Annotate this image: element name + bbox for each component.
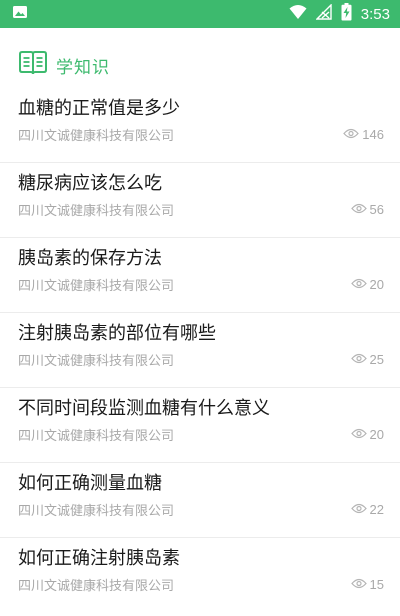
article-item[interactable]: 血糖的正常值是多少 四川文诚健康科技有限公司 146 (0, 88, 400, 163)
view-count: 15 (350, 576, 384, 592)
status-bar: 3:53 (0, 0, 400, 28)
battery-charging-icon (341, 3, 352, 25)
view-count-value: 25 (369, 351, 384, 367)
article-meta: 四川文诚健康科技有限公司 15 (18, 574, 384, 594)
view-count: 20 (350, 276, 384, 292)
article-list: 血糖的正常值是多少 四川文诚健康科技有限公司 146 糖尿病应该怎么吃 四川文诚… (0, 88, 400, 613)
eye-icon (350, 202, 367, 217)
view-count: 20 (350, 426, 384, 442)
article-meta: 四川文诚健康科技有限公司 20 (18, 424, 384, 444)
article-meta: 四川文诚健康科技有限公司 146 (18, 124, 384, 144)
view-count-value: 22 (369, 501, 384, 517)
view-count-value: 15 (369, 576, 384, 592)
book-icon (18, 50, 48, 80)
article-title: 如何正确注射胰岛素 (18, 548, 180, 569)
eye-icon (350, 277, 367, 292)
article-source: 四川文诚健康科技有限公司 (18, 503, 175, 519)
view-count-value: 56 (369, 201, 384, 217)
article-source: 四川文诚健康科技有限公司 (18, 278, 175, 294)
section-header: 学知识 (0, 42, 400, 88)
article-meta: 四川文诚健康科技有限公司 22 (18, 499, 384, 519)
status-time: 3:53 (360, 5, 390, 23)
article-meta: 四川文诚健康科技有限公司 56 (18, 199, 384, 219)
article-item[interactable]: 如何正确注射胰岛素 四川文诚健康科技有限公司 15 (0, 538, 400, 613)
view-count: 25 (350, 351, 384, 367)
article-source: 四川文诚健康科技有限公司 (18, 203, 175, 219)
article-title: 血糖的正常值是多少 (18, 98, 180, 119)
article-title: 糖尿病应该怎么吃 (18, 173, 162, 194)
article-item[interactable]: 糖尿病应该怎么吃 四川文诚健康科技有限公司 56 (0, 163, 400, 238)
eye-icon (350, 502, 367, 517)
no-signal-icon (315, 3, 332, 24)
article-title: 胰岛素的保存方法 (18, 248, 162, 269)
view-count: 56 (350, 201, 384, 217)
article-item[interactable]: 注射胰岛素的部位有哪些 四川文诚健康科技有限公司 25 (0, 313, 400, 388)
eye-icon (343, 127, 360, 142)
article-meta: 四川文诚健康科技有限公司 20 (18, 274, 384, 294)
view-count: 22 (350, 501, 384, 517)
article-source: 四川文诚健康科技有限公司 (18, 128, 175, 144)
article-item[interactable]: 胰岛素的保存方法 四川文诚健康科技有限公司 20 (0, 238, 400, 313)
article-item[interactable]: 如何正确测量血糖 四川文诚健康科技有限公司 22 (0, 463, 400, 538)
article-source: 四川文诚健康科技有限公司 (18, 353, 175, 369)
view-count: 146 (343, 127, 384, 142)
section-title: 学知识 (56, 57, 110, 78)
image-icon (12, 4, 28, 24)
article-item[interactable]: 不同时间段监测血糖有什么意义 四川文诚健康科技有限公司 20 (0, 388, 400, 463)
view-count-value: 20 (369, 276, 384, 292)
view-count-value: 20 (369, 426, 384, 442)
eye-icon (350, 352, 367, 367)
article-source: 四川文诚健康科技有限公司 (18, 428, 175, 444)
article-title: 如何正确测量血糖 (18, 473, 162, 494)
article-title: 不同时间段监测血糖有什么意义 (18, 398, 270, 419)
article-meta: 四川文诚健康科技有限公司 25 (18, 349, 384, 369)
article-title: 注射胰岛素的部位有哪些 (18, 323, 216, 344)
view-count-value: 146 (362, 126, 384, 142)
article-source: 四川文诚健康科技有限公司 (18, 578, 175, 594)
eye-icon (350, 577, 367, 592)
eye-icon (350, 427, 367, 442)
wifi-icon (289, 4, 307, 24)
